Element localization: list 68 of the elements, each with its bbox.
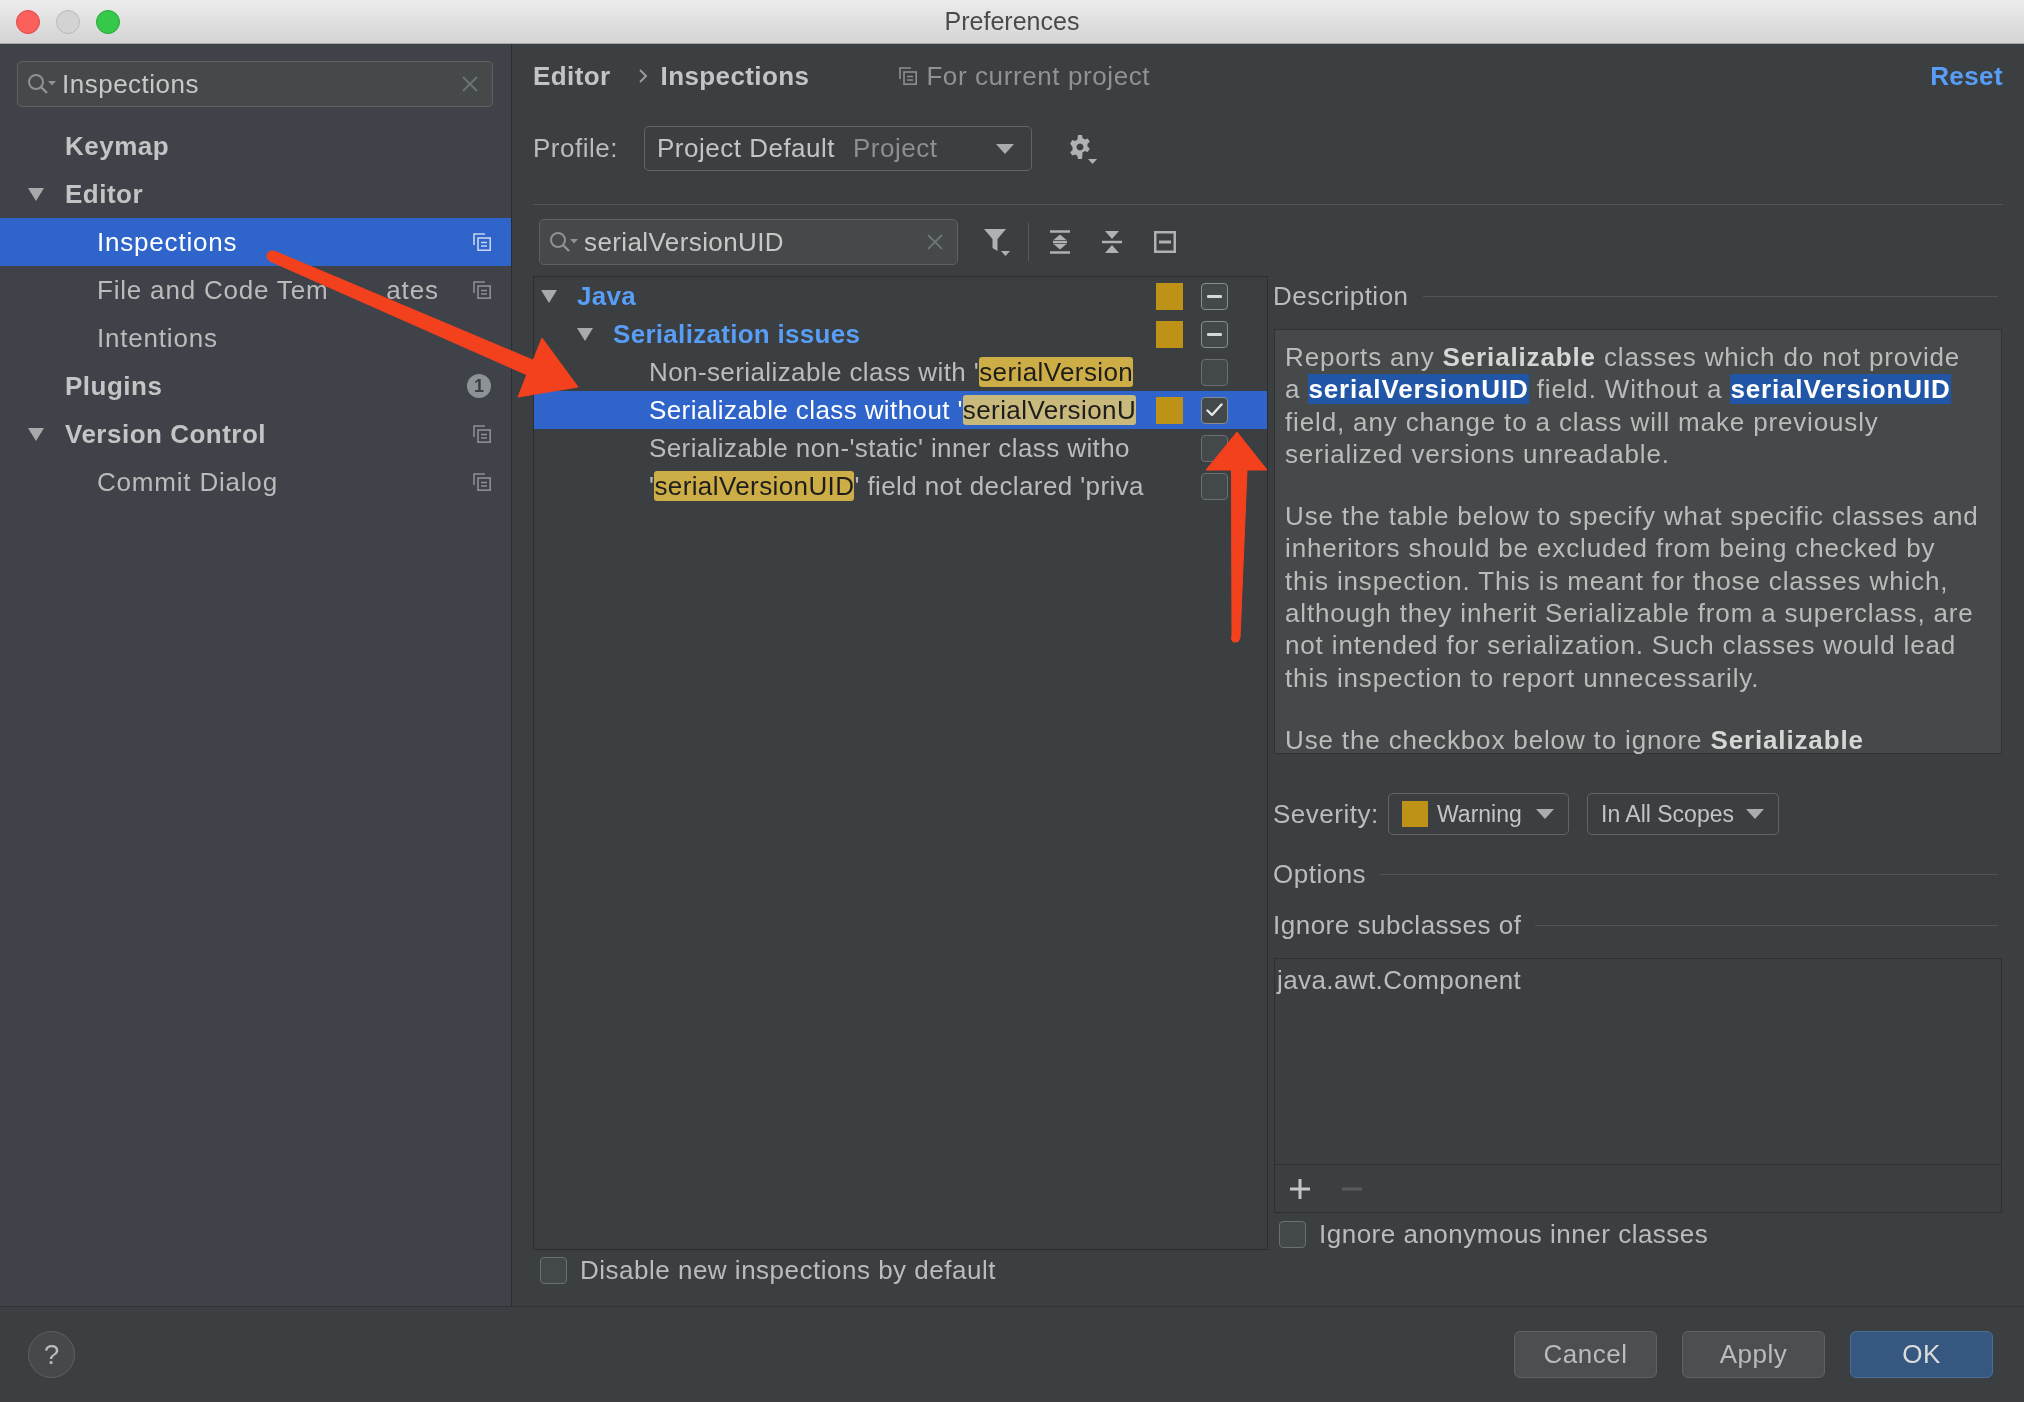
search-icon[interactable] (27, 73, 57, 95)
profile-dropdown[interactable]: Project Default Project (644, 126, 1032, 171)
section-heading: Options (1273, 858, 1367, 890)
scope-dropdown[interactable]: In All Scopes (1587, 793, 1779, 835)
window-title: Preferences (943, 7, 1081, 36)
checkbox[interactable] (1201, 320, 1228, 348)
collapse-all-icon[interactable] (1101, 230, 1123, 254)
chevron-right-icon (637, 68, 648, 84)
description-paragraph: Reports any Serializable classes which do not provide a serialVersionUID field. Without a serialVersionUID field, any change to a class will make previously serialized versions unreadable. (1285, 341, 1962, 471)
caret-icon (1746, 809, 1764, 819)
checkmark-icon (1206, 403, 1223, 417)
dash-icon (1207, 294, 1222, 298)
field-label: Profile: (533, 133, 619, 164)
disclosure-triangle-icon[interactable] (28, 187, 44, 201)
search-icon[interactable] (549, 231, 579, 253)
count-badge: 1 (467, 374, 491, 398)
section-heading: Description (1273, 280, 1409, 312)
description-paragraph: Use the checkbox below to ignore Serializable (1285, 723, 1865, 757)
sidebar-item[interactable]: Keymap (0, 122, 511, 170)
dialog-button[interactable]: Cancel (1514, 1331, 1657, 1378)
scope-label: For current project (926, 60, 1151, 92)
section-heading: Ignore subclasses of (1273, 909, 1522, 941)
dash-icon (1207, 332, 1222, 336)
tree-row[interactable]: Serialization issues (577, 315, 1267, 353)
checkbox[interactable] (540, 1256, 567, 1284)
search-field[interactable]: serialVersionUID (539, 219, 958, 265)
window-zoom-icon[interactable] (96, 9, 120, 34)
disclosure-triangle-icon[interactable] (541, 289, 557, 303)
dialog-button[interactable]: OK (1850, 1331, 1993, 1378)
tree-row[interactable]: Serializable class without 'serialVersionU (534, 391, 1267, 429)
sidebar-item[interactable]: File and Code Tem ates (0, 266, 511, 314)
expand-all-icon[interactable] (1049, 230, 1071, 254)
tree-row[interactable]: Java (541, 277, 1267, 315)
reset-link[interactable]: Reset (1930, 60, 2003, 92)
minus-box-icon[interactable] (1154, 231, 1176, 253)
checkbox[interactable] (1201, 282, 1228, 310)
help-button[interactable]: ? (28, 1331, 75, 1378)
severity-dropdown[interactable]: Warning (1388, 793, 1569, 835)
field-label: Severity: (1273, 798, 1380, 830)
sidebar-item[interactable]: Editor (0, 170, 511, 218)
gear-icon[interactable] (1067, 133, 1097, 164)
checkbox-label: Ignore anonymous inner classes (1319, 1218, 1709, 1250)
dialog-button[interactable]: Apply (1682, 1331, 1825, 1378)
tree-row[interactable]: Non-serializable class with 'serialVersion (613, 353, 1267, 391)
disclosure-triangle-icon[interactable] (577, 327, 593, 341)
search-field[interactable]: Inspections (17, 61, 493, 107)
checkbox-label: Disable new inspections by default (580, 1254, 996, 1286)
sidebar-item[interactable]: Inspections (0, 218, 511, 266)
sidebar-item[interactable]: Commit Dialog (0, 458, 511, 506)
description-paragraph: Use the table below to specify what specific classes and inheritors should be excluded from being checked by this inspection. This is meant for those classes which, although they inherit Serializable from a superclass, are not intended for serialization. Such classes would lead this inspection to report unnecessarily. (1285, 500, 1980, 694)
copy-icon (899, 67, 918, 85)
tree-row[interactable]: 'serialVersionUID' field not declared 'priva (613, 467, 1267, 505)
checkbox[interactable] (1201, 358, 1228, 386)
plus-icon[interactable] (1290, 1178, 1310, 1199)
window-close-icon[interactable] (16, 9, 40, 34)
caret-icon (996, 143, 1014, 154)
sidebar-item[interactable]: Version Control (0, 410, 511, 458)
filter-icon[interactable] (984, 228, 1010, 256)
list-item[interactable]: java.awt.Component (1275, 963, 1526, 997)
sidebar-item[interactable]: Plugins 1 (0, 362, 511, 410)
checkbox[interactable] (1201, 472, 1228, 500)
sidebar-item[interactable]: Intentions (0, 314, 511, 362)
breadcrumb-item: Inspections (660, 60, 810, 92)
checkbox[interactable] (1279, 1220, 1306, 1248)
breadcrumb-item: Editor (533, 60, 611, 92)
caret-icon (1536, 809, 1554, 819)
checkbox[interactable] (1201, 396, 1228, 424)
disclosure-triangle-icon[interactable] (28, 427, 44, 441)
